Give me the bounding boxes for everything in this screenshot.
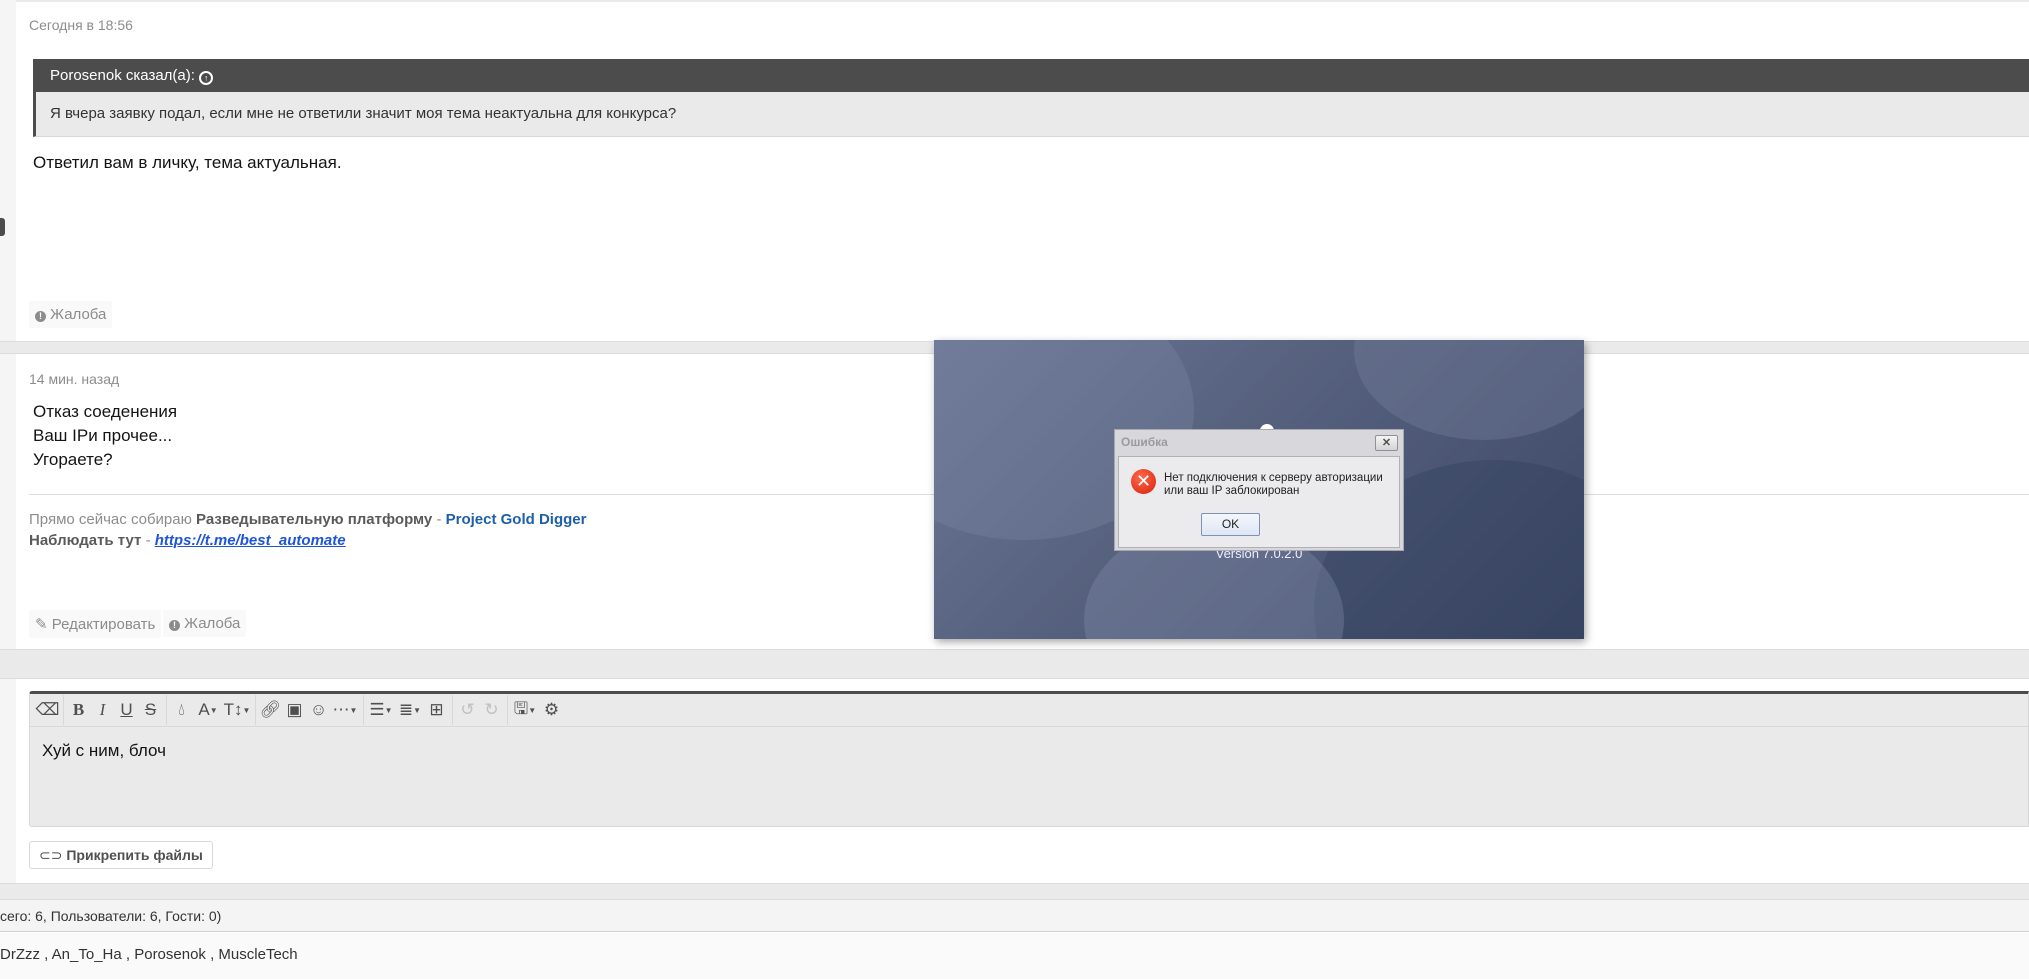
align-icon[interactable]: ☰ ▼ xyxy=(367,697,395,723)
report-label: Жалоба xyxy=(184,615,241,632)
more-icon[interactable]: ⋯ ▼ xyxy=(331,697,359,723)
table-icon[interactable]: ⊞ xyxy=(425,697,448,723)
report-label: Жалоба xyxy=(50,306,107,323)
eraser-icon[interactable]: ⌫ xyxy=(35,697,59,723)
dialog-close-button[interactable]: ✕ xyxy=(1375,435,1398,451)
image-icon[interactable]: ▣ xyxy=(283,697,306,723)
list-icon[interactable]: ≣ ▼ xyxy=(396,697,424,723)
sig-watch-label: Наблюдать тут xyxy=(29,532,142,549)
top-border xyxy=(0,0,2029,2)
underline-icon[interactable]: U xyxy=(115,697,138,723)
font-family-icon[interactable]: A ▼ xyxy=(194,697,222,723)
sig-bold: Разведывательную платформу xyxy=(196,511,433,528)
error-icon: ✕ xyxy=(1131,469,1156,494)
report-icon: ! xyxy=(35,311,46,322)
color-drop-icon[interactable]: 💧︎ xyxy=(170,697,193,723)
online-stats: сего: 6, Пользователи: 6, Гости: 0) xyxy=(0,900,2029,932)
link-icon[interactable]: 🔗︎ xyxy=(259,697,282,723)
smilie-icon[interactable]: ☺ xyxy=(307,697,330,723)
paperclip-icon: ⊂⊃ xyxy=(39,847,63,863)
gutter-badge xyxy=(0,218,5,236)
online-users-list[interactable]: DrZzz , An_To_Ha , Porosenok , MuscleTec… xyxy=(0,933,2029,979)
section-separator xyxy=(0,883,2029,900)
post-separator xyxy=(0,649,2029,679)
attach-label: Прикрепить файлы xyxy=(66,847,203,863)
bold-icon[interactable]: B xyxy=(67,697,90,723)
drafts-icon[interactable]: 🖫︎ ▼ xyxy=(511,697,539,723)
edit-button[interactable]: ✎ Редактировать xyxy=(29,610,162,638)
redo-icon[interactable]: ↻ xyxy=(480,697,503,723)
sig-dash: - xyxy=(141,532,155,549)
telegram-link[interactable]: https://t.me/best_automate xyxy=(155,532,346,549)
editor-content[interactable]: Хуй с ним, блоч xyxy=(30,727,2028,761)
quote-block: Porosenok сказал(а): ↑ Я вчера заявку по… xyxy=(33,59,2029,137)
attach-files-button[interactable]: ⊂⊃ Прикрепить файлы xyxy=(29,841,213,869)
post-line: Ваш IPи прочее... xyxy=(33,426,173,445)
post-line: Отказ соеденения xyxy=(33,402,178,421)
sig-project: Project Gold Digger xyxy=(445,511,587,528)
reply-editor: ⌫ B I U S 💧︎ A ▼ T↕ ▼ 🔗︎ ▣ ☺ ⋯ ▼ ☰ ▼ ≣ ▼ ⊞ ↺ … xyxy=(29,691,2029,827)
strikethrough-icon[interactable]: S xyxy=(139,697,162,723)
italic-icon[interactable]: I xyxy=(91,697,114,723)
message-line: или ваш IP заблокирован xyxy=(1164,485,1300,497)
quote-text: Я вчера заявку подал, если мне не ответи… xyxy=(36,92,2029,136)
quote-author: Porosenok сказал(а): xyxy=(50,67,195,84)
dialog-title: Ошибка xyxy=(1121,435,1168,449)
message-line: Нет подключения к серверу авторизации xyxy=(1164,472,1383,484)
pencil-icon: ✎ xyxy=(35,616,48,633)
dialog-message: Нет подключения к серверу авторизации ил… xyxy=(1164,472,1383,498)
font-size-icon[interactable]: T↕ ▼ xyxy=(223,697,251,723)
sig-dash: - xyxy=(432,511,446,528)
ok-button[interactable]: OK xyxy=(1201,513,1260,536)
post-line: Угораете? xyxy=(33,450,113,469)
post-body: Ответил вам в личку, тема актуальная. xyxy=(33,153,342,172)
dialog-body: ✕ Нет подключения к серверу авторизации … xyxy=(1118,456,1400,548)
report-button[interactable]: ! Жалоба xyxy=(29,301,113,328)
jump-to-quote-icon[interactable]: ↑ xyxy=(199,71,214,85)
error-dialog: Ошибка ✕ ✕ Нет подключения к серверу авт… xyxy=(1114,429,1404,551)
quote-header[interactable]: Porosenok сказал(а): ↑ xyxy=(36,59,2029,92)
gear-icon[interactable]: ⚙ xyxy=(540,697,563,723)
post-body: Отказ соеденения Ваш IPи прочее... Угора… xyxy=(33,400,177,472)
editor-toolbar: ⌫ B I U S 💧︎ A ▼ T↕ ▼ 🔗︎ ▣ ☺ ⋯ ▼ ☰ ▼ ≣ ▼ ⊞ ↺ … xyxy=(30,694,2028,727)
undo-icon[interactable]: ↺ xyxy=(456,697,479,723)
report-icon: ! xyxy=(169,620,180,631)
edit-label: Редактировать xyxy=(51,616,156,633)
sig-text: Прямо сейчас собираю xyxy=(29,511,197,528)
left-gutter: 9 9 1 3 4 9 3 3 xyxy=(0,0,16,884)
post-timestamp[interactable]: Сегодня в 18:56 xyxy=(29,17,133,33)
report-button[interactable]: ! Жалоба xyxy=(163,610,247,637)
post-timestamp[interactable]: 14 мин. назад xyxy=(29,371,119,387)
signature: Прямо сейчас собираю Разведывательную пл… xyxy=(29,509,586,551)
